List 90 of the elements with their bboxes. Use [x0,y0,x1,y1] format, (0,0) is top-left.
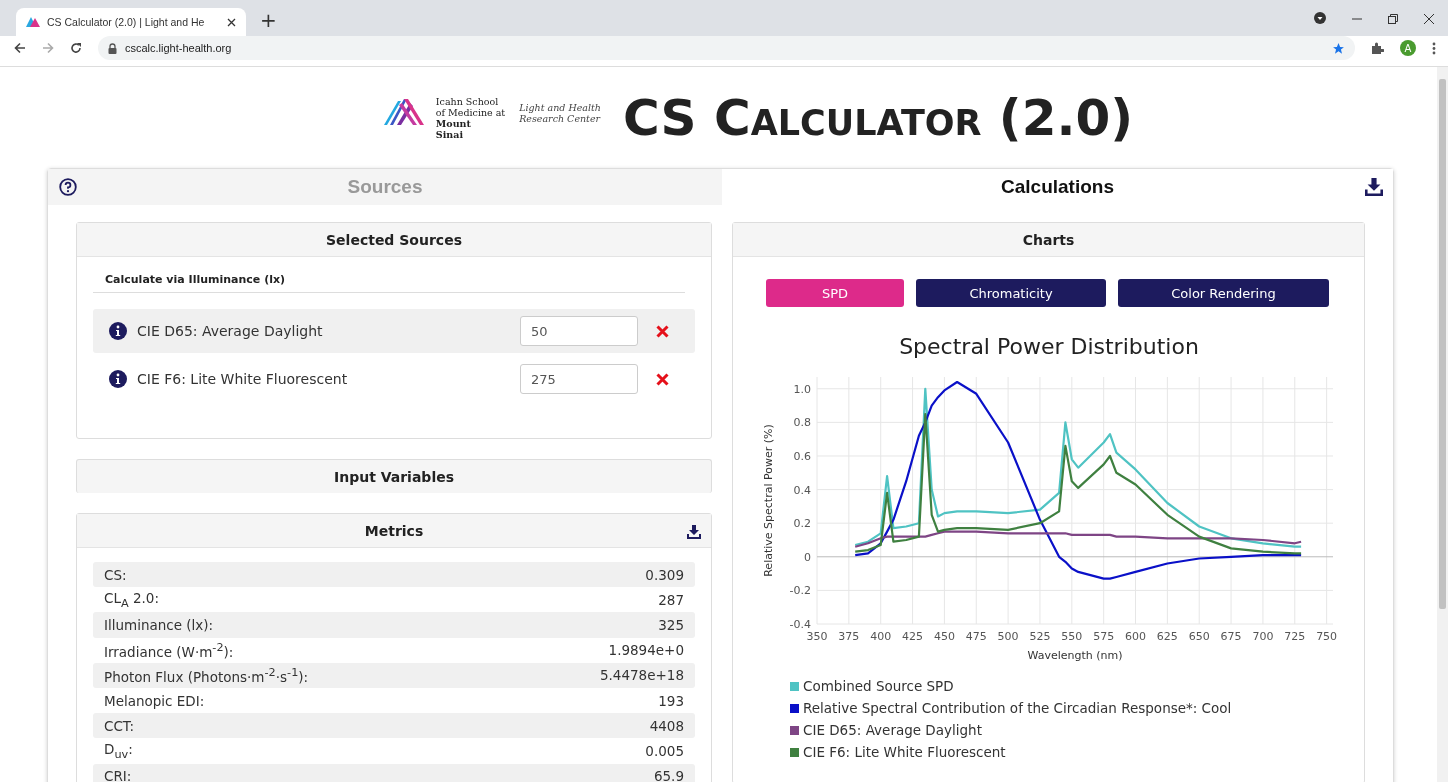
chart-tab-button[interactable]: SPD [766,279,904,307]
metric-value: 193 [658,692,684,709]
x-tick-label: 700 [1252,630,1274,643]
section-subtitle: Calculate via Illuminance (lx) [93,273,685,293]
metric-label: CS: [104,566,127,583]
metric-label: D$_{uv}$: [104,741,133,761]
input-variables-panel[interactable]: Input Variables [76,459,712,493]
url-text: cscalc.light-health.org [125,42,232,54]
calculations-tab[interactable]: Calculations [1001,176,1114,198]
new-tab-button[interactable]: + [260,8,277,32]
remove-icon[interactable] [656,372,669,386]
y-tick-label: 0.8 [793,416,811,430]
chart-tab-button[interactable]: Chromaticity [916,279,1106,307]
x-tick-label: 400 [870,630,892,643]
x-tick-label: 375 [838,630,860,643]
y-axis-title: Relative Spectral Power (%) [762,424,775,577]
close-icon[interactable] [1424,14,1434,24]
panel-header: Charts [733,223,1364,257]
help-icon[interactable] [59,178,77,196]
chart-title: Spectral Power Distribution [898,334,1200,359]
legend-label[interactable]: CIE F6: Lite White Fluorescent [803,744,1006,760]
metric-label: CL$_{A}$ 2.0: [104,589,159,610]
legend-label[interactable]: CIE D65: Average Daylight [803,722,982,738]
metric-label: Photon Flux (Photons·m$^{-2}$·s$^{-1}$): [104,666,309,685]
star-icon[interactable] [1332,41,1345,55]
tab-title: CS Calculator (2.0) | Light and He [47,16,206,28]
illuminance-input[interactable]: 275 [520,364,638,394]
x-tick-label: 725 [1284,630,1306,643]
lock-icon [108,42,117,54]
metric-label: Illuminance (lx): [104,616,214,633]
page-title: CS Calculator (2.0) [623,88,1134,147]
metric-label: Melanopic EDI: [104,692,205,709]
source-name: CIE D65: Average Daylight [137,323,324,339]
address-bar[interactable]: cscalc.light-health.org [98,36,1355,60]
info-icon[interactable] [109,322,127,340]
remove-icon[interactable] [656,324,669,338]
restore-icon[interactable] [1388,14,1398,24]
legend-label[interactable]: Relative Spectral Contribution of the Circadian Response*: Cool [803,700,1232,716]
download-icon[interactable] [687,525,701,539]
metric-value: 4408 [649,717,684,734]
metric-label: CCT: [104,717,135,734]
metric-value: 65.9 [653,768,684,782]
x-tick-label: 600 [1125,630,1146,643]
x-tick-label: 475 [965,630,987,643]
triangle-logo-icon [26,17,40,27]
metric-value: 1.9894e+0 [608,642,684,659]
x-tick-label: 625 [1156,630,1178,643]
x-tick-label: 550 [1061,630,1083,643]
illuminance-input[interactable]: 50 [520,316,638,346]
info-icon[interactable] [109,370,127,388]
back-arrow-icon[interactable] [14,42,26,54]
y-tick-label: -0.4 [789,618,811,631]
panel-title: Metrics [364,522,424,539]
puzzle-icon[interactable] [1371,41,1384,55]
browser-tab[interactable]: CS Calculator (2.0) | Light and He [16,8,246,36]
y-tick-label: 1.0 [793,382,811,396]
panel-header: Selected Sources [77,223,711,257]
x-tick-label: 500 [997,630,1019,643]
x-tick-label: 750 [1316,630,1338,643]
metric-label: Irradiance (W·m$^{-2}$): [104,640,234,660]
x-tick-label: 350 [806,630,828,643]
reload-icon[interactable] [70,42,82,54]
metric-value: 0.309 [645,566,684,583]
x-axis-title: Wavelength (nm) [1027,649,1123,662]
y-tick-label: 0.4 [793,483,811,497]
y-tick-label: 0.2 [793,517,811,531]
source-name: CIE F6: Lite White Fluorescent [137,371,349,387]
y-tick-label: 0 [804,550,811,564]
x-tick-label: 450 [933,630,955,643]
metric-label: CRI: [104,768,132,782]
x-tick-label: 525 [1029,630,1051,643]
x-tick-label: 675 [1220,630,1242,643]
x-tick-label: 650 [1188,630,1210,643]
metric-value: 5.4478e+18 [599,667,684,684]
more-menu-icon[interactable] [1432,41,1436,55]
download-icon[interactable] [1365,178,1383,196]
y-tick-label: -0.2 [789,584,811,598]
y-tick-label: 0.6 [793,449,811,463]
metric-value: 0.005 [645,742,684,759]
metric-value: 325 [658,616,684,633]
school-name: Icahn School of Medicine at Mount Sinai [435,95,506,140]
profile-menu-icon[interactable] [1314,12,1326,24]
metric-value: 287 [658,591,684,608]
x-tick-label: 575 [1093,630,1115,643]
chart-tab-button[interactable]: Color Rendering [1118,279,1329,307]
close-icon[interactable] [227,17,236,27]
center-name: Light and Health Research Center [519,101,601,124]
stripes-logo-icon [383,96,426,125]
x-tick-label: 425 [902,630,924,643]
legend-label[interactable]: Combined Source SPD [803,678,954,694]
